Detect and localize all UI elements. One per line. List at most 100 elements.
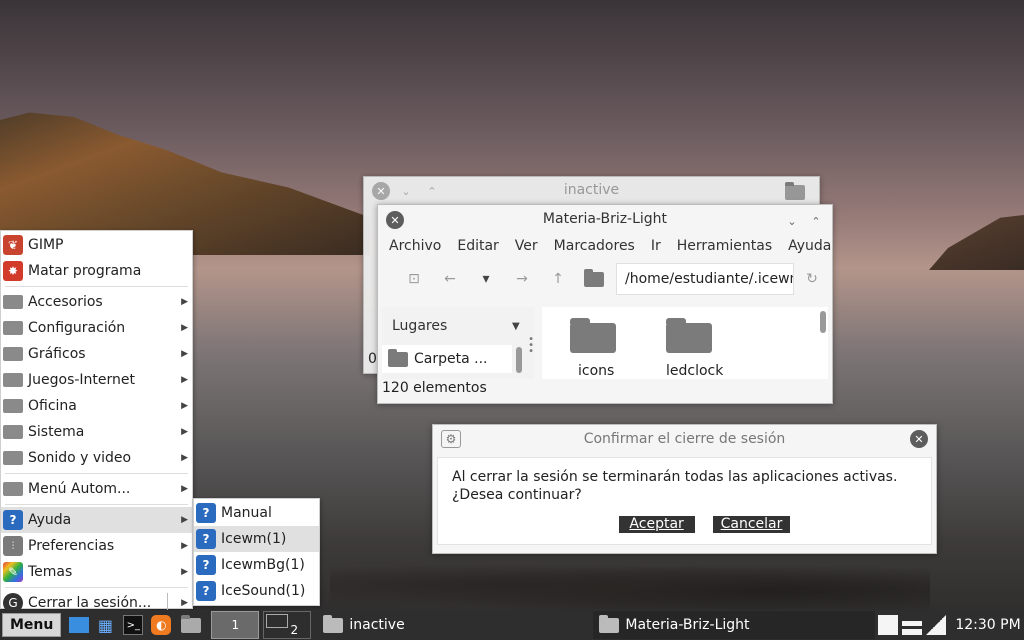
submenu-arrow-icon: ▶ [181, 453, 188, 463]
path-input[interactable]: /home/estudiante/.icewm [616, 263, 794, 295]
menu-item-label: Cerrar la sesión... [28, 595, 152, 611]
partial-text: 0 [368, 351, 377, 367]
folder-icon [3, 295, 23, 309]
submenu-item-manual[interactable]: ? Manual [194, 500, 319, 526]
themes-icon: ✎ [3, 562, 23, 582]
forward-icon[interactable]: → [504, 271, 540, 287]
menu-ayuda[interactable]: Ayuda [788, 238, 831, 254]
content-area: Lugares ▼ Carpeta ... • • • icons ledclock [382, 307, 828, 379]
submenu-item-icewm[interactable]: ? Icewm(1) [194, 526, 319, 552]
menu-item-label: Configuración [28, 320, 126, 336]
files-scrollbar[interactable] [820, 311, 826, 333]
file-manager-icon[interactable] [181, 614, 202, 633]
task-materia-briz-light[interactable]: Materia-Briz-Light [593, 611, 876, 639]
submenu-arrow-icon: ▶ [181, 484, 188, 494]
submenu-item-icesound[interactable]: ? IceSound(1) [194, 578, 319, 604]
reload-icon[interactable]: ↻ [794, 271, 830, 287]
menu-item-label: Menú Autom... [28, 481, 131, 497]
browser-icon[interactable]: ◐ [151, 615, 172, 635]
menu-item-label: Sistema [28, 424, 85, 440]
dialog-titlebar[interactable]: ⚙ Confirmar el cierre de sesión ✕ [433, 425, 936, 453]
dialog-question: ¿Desea continuar? [452, 487, 582, 503]
submenu-item-icewmbg[interactable]: ? IcewmBg(1) [194, 552, 319, 578]
menu-item-accesorios[interactable]: Accesorios ▶ [1, 289, 192, 315]
menu-item-sonido[interactable]: Sonido y video ▶ [1, 445, 192, 471]
workspace-label: 2 [290, 623, 299, 637]
task-inactive[interactable]: inactive [317, 611, 593, 639]
menu-ir[interactable]: Ir [651, 238, 661, 254]
network-monitor-icon[interactable] [902, 615, 922, 635]
file-manager-titlebar[interactable]: ✕ Materia-Briz-Light ⌄ ⌃ [378, 205, 832, 233]
menu-item-label: Juegos-Internet [28, 372, 136, 388]
system-tray [878, 615, 946, 635]
file-item[interactable]: icons [570, 318, 666, 379]
menu-item-preferencias[interactable]: ⫶ Preferencias ▶ [1, 533, 192, 559]
menu-item-ayuda[interactable]: ? Ayuda ▶ [1, 507, 192, 533]
menu-item-label: Temas [28, 564, 73, 580]
kill-icon: ✸ [3, 261, 23, 281]
menu-item-sistema[interactable]: Sistema ▶ [1, 419, 192, 445]
window-list-icon[interactable]: ▦ [95, 615, 115, 635]
clock[interactable]: 12:30 PM [952, 617, 1024, 633]
volume-icon[interactable] [926, 615, 946, 635]
show-desktop-icon[interactable] [69, 617, 90, 633]
menu-herramientas[interactable]: Herramientas [677, 238, 772, 254]
toolbar: ⊡ ← ▾ → ↑ /home/estudiante/.icewm ↻ [378, 259, 832, 299]
history-dropdown-icon[interactable]: ▾ [468, 271, 504, 287]
menu-item-temas[interactable]: ✎ Temas ▶ [1, 559, 192, 585]
cpu-monitor-icon[interactable] [878, 615, 898, 635]
pane-splitter-handle[interactable]: • • • [528, 335, 534, 357]
menu-item-label: Matar programa [28, 263, 142, 279]
menu-item-configuracion[interactable]: Configuración ▶ [1, 315, 192, 341]
workspace-2[interactable]: 2 [263, 611, 312, 639]
menu-item-graficos[interactable]: Gráficos ▶ [1, 341, 192, 367]
file-view: icons ledclock [542, 307, 828, 379]
chevron-down-icon[interactable]: ▼ [512, 321, 520, 332]
sidebar-item-carpeta[interactable]: Carpeta ... [382, 345, 512, 373]
folder-icon [3, 482, 23, 496]
sidebar-scrollbar[interactable] [516, 347, 522, 373]
dialog-title: Confirmar el cierre de sesión [583, 431, 786, 447]
menu-button[interactable]: Menu [2, 613, 62, 637]
menu-archivo[interactable]: Archivo [389, 238, 441, 254]
logout-dialog[interactable]: ⚙ Confirmar el cierre de sesión ✕ Al cer… [432, 424, 937, 554]
up-icon[interactable]: ↑ [540, 271, 576, 287]
menu-item-menu-automatico[interactable]: Menú Autom... ▶ [1, 476, 192, 502]
desktop-cliff-right [929, 215, 1024, 270]
menu-editar[interactable]: Editar [457, 238, 498, 254]
chevron-up-icon[interactable]: ⌃ [808, 213, 824, 229]
accept-button[interactable]: Aceptar [618, 516, 695, 533]
close-icon[interactable]: ✕ [910, 430, 928, 448]
menu-button-label: Menu [10, 617, 54, 633]
file-manager-window[interactable]: ✕ Materia-Briz-Light ⌄ ⌃ Archivo Editar … [377, 204, 833, 404]
menu-ver[interactable]: Ver [515, 238, 538, 254]
cancel-button[interactable]: Cancelar [712, 516, 791, 533]
new-tab-icon[interactable]: ⊡ [396, 271, 432, 287]
menu-item-kill[interactable]: ✸ Matar programa [1, 258, 192, 284]
help-icon: ? [196, 529, 216, 549]
gear-icon: ⚙ [441, 430, 461, 448]
folder-icon [3, 425, 23, 439]
back-icon[interactable]: ← [432, 271, 468, 287]
task-label: Materia-Briz-Light [625, 617, 750, 633]
sidebar-header[interactable]: Lugares ▼ [382, 307, 534, 345]
dialog-buttons: Aceptar Cancelar [452, 516, 917, 533]
menu-item-juegos[interactable]: Juegos-Internet ▶ [1, 367, 192, 393]
file-item[interactable]: ledclock [666, 318, 762, 379]
dialog-body: Al cerrar la sesión se terminarán todas … [437, 457, 932, 545]
chevron-down-icon[interactable]: ⌄ [784, 213, 800, 229]
workspace-1[interactable]: 1 [211, 611, 260, 639]
menu-item-gimp[interactable]: ❦ GIMP [1, 232, 192, 258]
menu-item-label: Sonido y video [28, 450, 132, 466]
submenu-arrow-icon: ▶ [181, 349, 188, 359]
inactive-window-titlebar[interactable]: ✕ ⌄ ⌃ inactive [364, 177, 819, 205]
separator [5, 587, 188, 588]
menu-marcadores[interactable]: Marcadores [554, 238, 635, 254]
submenu-arrow-icon: ▶ [181, 598, 188, 608]
sidebar: Lugares ▼ Carpeta ... • • • [382, 307, 534, 379]
help-icon: ? [196, 581, 216, 601]
terminal-icon[interactable]: >_ [123, 615, 144, 635]
path-text: /home/estudiante/.icewm [625, 271, 794, 287]
menu-item-label: GIMP [28, 237, 64, 253]
menu-item-oficina[interactable]: Oficina ▶ [1, 393, 192, 419]
